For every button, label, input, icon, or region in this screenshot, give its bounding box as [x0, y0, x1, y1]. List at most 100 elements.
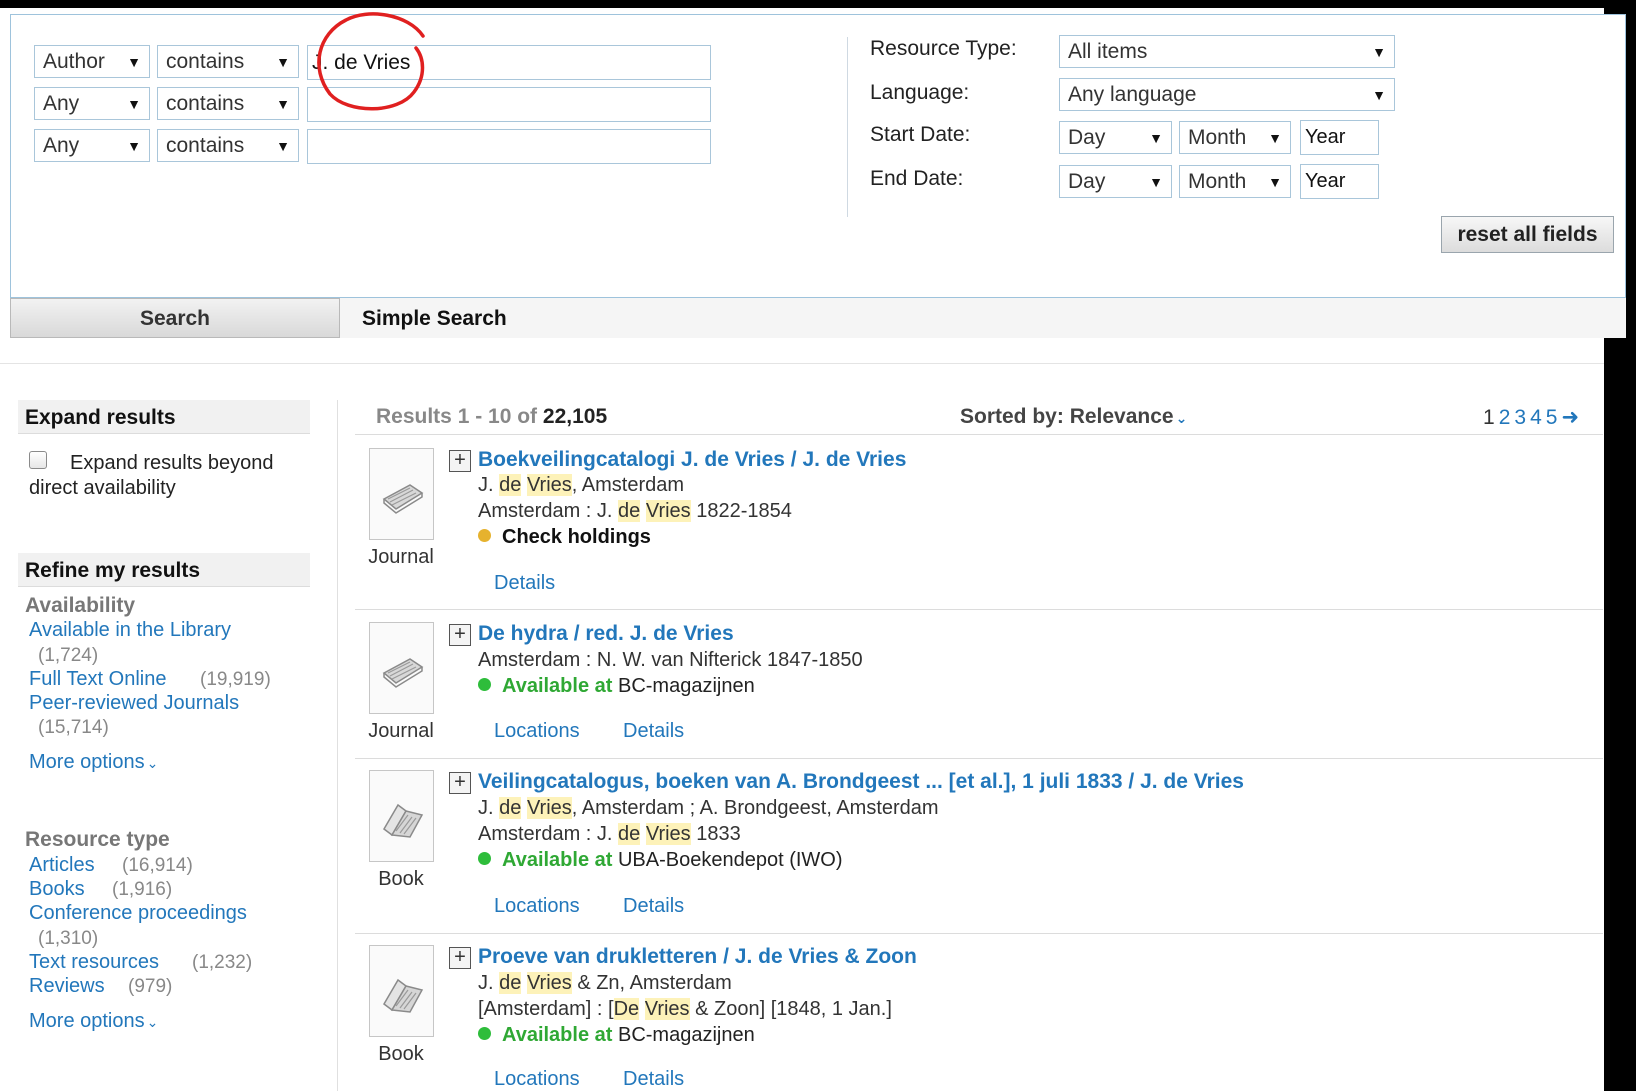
highlight: de [499, 797, 522, 819]
journal-thumbnail[interactable] [369, 622, 434, 714]
status-dot-icon [478, 1027, 491, 1040]
sort-control[interactable]: Sorted by: Relevance ⌄ [960, 405, 1187, 429]
next-arrow-icon[interactable]: ➜ [1561, 406, 1579, 429]
expand-results-heading: Expand results [18, 400, 310, 434]
expand-plus-icon[interactable]: + [449, 450, 471, 472]
result-title[interactable]: Boekveilingcatalogi J. de Vries / J. de … [478, 448, 906, 472]
check-holdings-link[interactable]: Check holdings [502, 526, 651, 548]
start-year-input[interactable]: Year [1300, 120, 1379, 155]
operator-select-2-value: contains [166, 92, 245, 115]
chevron-down-icon: ⌄ [1175, 410, 1188, 426]
facet-peer-reviewed[interactable]: Peer-reviewed Journals [29, 692, 239, 715]
result-title[interactable]: De hydra / red. J. de Vries [478, 622, 734, 646]
result-publication: [Amsterdam] : [De Vries & Zoon] [1848, 1… [478, 998, 892, 1021]
dropdown-arrow-icon: ▼ [276, 96, 290, 112]
journal-icon [382, 658, 424, 688]
search-term-input-1[interactable]: J. de Vries [307, 45, 711, 80]
text [639, 998, 645, 1020]
result-title[interactable]: Veilingcatalogus, boeken van A. Brondgee… [478, 770, 1244, 794]
text: 1833 [690, 823, 741, 845]
book-thumbnail[interactable] [369, 945, 434, 1037]
highlight: de [499, 972, 522, 994]
page-3[interactable]: 3 [1514, 406, 1526, 429]
end-month-select[interactable]: Month ▼ [1179, 165, 1291, 198]
locations-link[interactable]: Locations [494, 720, 580, 743]
result-divider [355, 758, 1603, 759]
field-select-1[interactable]: Author ▼ [34, 45, 150, 78]
availability-status: Available at BC-magazijnen [478, 675, 755, 698]
more-options-resource-type[interactable]: More options ⌄ [29, 1010, 158, 1033]
availability-status: Available at UBA-Boekendepot (IWO) [478, 849, 843, 872]
result-publication: Amsterdam : J. de Vries 1833 [478, 823, 741, 846]
facet-books[interactable]: Books [29, 878, 85, 901]
expand-plus-icon[interactable]: + [449, 947, 471, 969]
reset-all-fields-button[interactable]: reset all fields [1441, 216, 1614, 253]
page-5[interactable]: 5 [1546, 406, 1558, 429]
resource-type-label: Journal [368, 720, 434, 742]
end-year-input[interactable]: Year [1300, 164, 1379, 199]
field-select-3[interactable]: Any ▼ [34, 129, 150, 162]
text: J. [478, 474, 500, 496]
tabs-divider [0, 363, 1604, 364]
language-select[interactable]: Any language ▼ [1059, 78, 1395, 111]
operator-select-2[interactable]: contains ▼ [157, 87, 299, 120]
search-term-input-3[interactable] [307, 129, 711, 164]
expand-plus-icon[interactable]: + [449, 624, 471, 646]
pagination: 1 2 3 4 5 ➜ [1483, 405, 1583, 430]
details-link[interactable]: Details [623, 720, 684, 743]
tab-simple-search[interactable]: Simple Search [340, 298, 1626, 338]
availability-status: Check holdings [478, 526, 651, 549]
page-2[interactable]: 2 [1499, 406, 1511, 429]
available-at-label: Available at [502, 675, 613, 697]
dropdown-arrow-icon: ▼ [127, 138, 141, 154]
field-select-1-value: Author [43, 50, 105, 73]
expand-plus-icon[interactable]: + [449, 772, 471, 794]
locations-link[interactable]: Locations [494, 895, 580, 918]
details-link[interactable]: Details [623, 1068, 684, 1091]
expand-results-checkbox[interactable] [29, 451, 47, 469]
start-date-label: Start Date: [870, 123, 971, 146]
field-select-2[interactable]: Any ▼ [34, 87, 150, 120]
text: , Amsterdam [571, 474, 685, 496]
more-options-availability[interactable]: More options ⌄ [29, 751, 158, 774]
search-term-input-2[interactable] [307, 87, 711, 122]
facet-full-text-online[interactable]: Full Text Online [29, 668, 166, 691]
start-month-select[interactable]: Month ▼ [1179, 121, 1291, 154]
result-title[interactable]: Proeve van drukletteren / J. de Vries & … [478, 945, 917, 969]
highlight: de [618, 500, 641, 522]
journal-icon [382, 484, 424, 514]
facet-available-in-library[interactable]: Available in the Library [29, 619, 231, 642]
window-frame-top [0, 0, 1636, 8]
locations-link[interactable]: Locations [494, 1068, 580, 1091]
start-day-select[interactable]: Day ▼ [1059, 121, 1172, 154]
facet-reviews[interactable]: Reviews [29, 975, 105, 998]
language-label: Language: [870, 81, 970, 104]
facet-articles[interactable]: Articles [29, 854, 95, 877]
details-link[interactable]: Details [494, 572, 555, 595]
facet-conference-proceedings[interactable]: Conference proceedings [29, 902, 247, 925]
operator-select-3[interactable]: contains ▼ [157, 129, 299, 162]
end-year-placeholder: Year [1305, 170, 1346, 192]
resource-type-label: Book [378, 1043, 424, 1065]
facet-text-resources[interactable]: Text resources [29, 951, 159, 974]
highlight: Vries [526, 474, 572, 496]
page-4[interactable]: 4 [1530, 406, 1542, 429]
highlight: Vries [645, 500, 691, 522]
details-link[interactable]: Details [623, 895, 684, 918]
end-date-label: End Date: [870, 167, 964, 190]
status-dot-icon [478, 529, 491, 542]
resource-type-select[interactable]: All items ▼ [1059, 35, 1395, 68]
facet-count: (1,916) [112, 879, 173, 900]
result-author: J. de Vries, Amsterdam [478, 474, 684, 497]
resource-type-label: Book [378, 868, 424, 890]
text: J. [478, 797, 500, 819]
page-1[interactable]: 1 [1483, 406, 1495, 429]
field-select-3-value: Any [43, 134, 80, 157]
journal-thumbnail[interactable] [369, 448, 434, 540]
tab-search[interactable]: Search [10, 298, 340, 338]
operator-select-1[interactable]: contains ▼ [157, 45, 299, 78]
book-thumbnail[interactable] [369, 770, 434, 862]
end-day-select[interactable]: Day ▼ [1059, 165, 1172, 198]
result-author: J. de Vries, Amsterdam ; A. Brondgeest, … [478, 797, 939, 820]
facet-count: (16,914) [122, 855, 193, 876]
